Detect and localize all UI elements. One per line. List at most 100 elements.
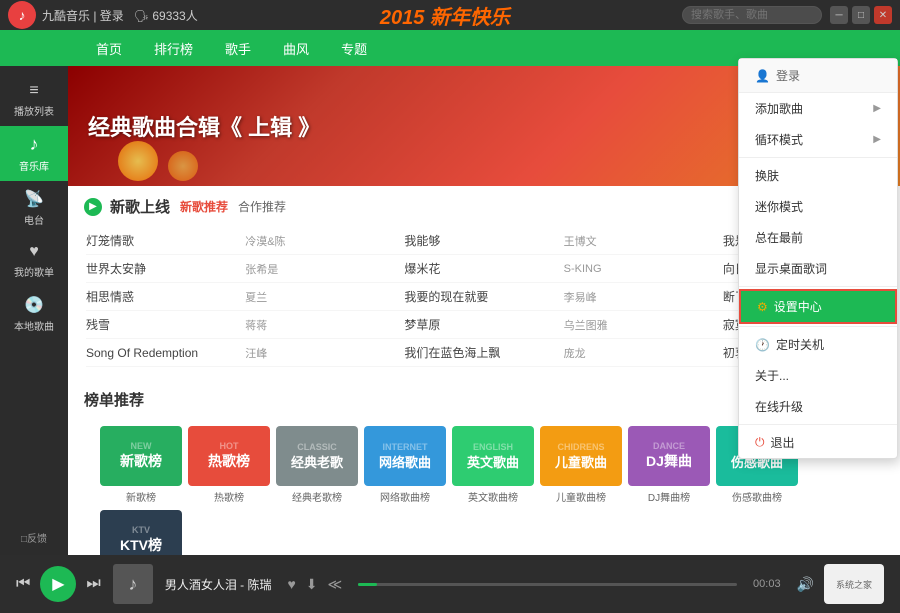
sidebar-item-local[interactable]: 💿 本地歌曲 xyxy=(0,287,68,341)
chart-label-internet: 网络歌曲榜 xyxy=(380,489,430,504)
login-label[interactable]: 登录 xyxy=(776,67,800,84)
player-progress-fill xyxy=(358,583,377,586)
local-icon: 💿 xyxy=(24,295,44,315)
new-songs-play-button[interactable]: ▶ xyxy=(84,198,102,216)
download-button[interactable]: ⬇ xyxy=(306,576,318,593)
sidebar-item-my-playlist[interactable]: ♥ 我的歌单 xyxy=(0,235,68,287)
player-info: 男人酒女人泪 - 陈瑞 xyxy=(165,576,272,593)
dropdown-always-top[interactable]: 总在最前 xyxy=(739,222,897,253)
maximize-button[interactable]: □ xyxy=(852,6,870,24)
close-button[interactable]: ✕ xyxy=(874,6,892,24)
nav-charts[interactable]: 排行榜 xyxy=(138,30,209,66)
dropdown-mini-mode[interactable]: 迷你模式 xyxy=(739,191,897,222)
favorite-button[interactable]: ♥ xyxy=(287,576,295,593)
dropdown-skin[interactable]: 换肤 xyxy=(739,160,897,191)
new-songs-tab-partner[interactable]: 合作推荐 xyxy=(238,198,286,215)
dropdown-update[interactable]: 在线升级 xyxy=(739,391,897,422)
arrow-icon-0: ▶ xyxy=(873,103,881,114)
dropdown-desktop-lyrics[interactable]: 显示桌面歌词 xyxy=(739,253,897,284)
sidebar-item-library[interactable]: ♪ 音乐库 xyxy=(0,126,68,181)
dropdown-timer[interactable]: 🕐 定时关机 xyxy=(739,329,897,360)
nav-home[interactable]: 首页 xyxy=(80,30,138,66)
library-icon: ♪ xyxy=(30,134,39,155)
song-artist: 冷漠&陈 xyxy=(245,233,404,249)
dropdown-about[interactable]: 关于... xyxy=(739,360,897,391)
sidebar-label-radio: 电台 xyxy=(24,212,44,227)
album-icon: ♪ xyxy=(128,574,137,595)
song-name: 灯笼情歌 xyxy=(86,232,245,249)
feedback-button[interactable]: □反馈 xyxy=(21,530,47,545)
exit-label: 退出 xyxy=(771,434,795,451)
loop-mode-label: 循环模式 xyxy=(755,131,803,148)
song-name: Song Of Redemption xyxy=(86,346,245,360)
skin-label: 换肤 xyxy=(755,167,779,184)
next-button[interactable]: ⏭ xyxy=(86,575,100,593)
play-button[interactable]: ▶ xyxy=(40,566,76,602)
player-actions: ♥ ⬇ ≪ xyxy=(287,576,342,593)
sidebar-label-local: 本地歌曲 xyxy=(14,318,54,333)
divider-1 xyxy=(739,157,897,158)
chart-card-dj[interactable]: DANCE DJ舞曲 DJ舞曲榜 xyxy=(628,426,710,504)
song-artist: 夏兰 xyxy=(245,289,404,305)
chart-card-kids[interactable]: CHIDRENS 儿童歌曲 儿童歌曲榜 xyxy=(540,426,622,504)
mini-mode-label: 迷你模式 xyxy=(755,198,803,215)
player-song-title: 男人酒女人泪 - 陈瑞 xyxy=(165,576,272,593)
song-name-2: 我们在蓝色海上飘 xyxy=(404,344,563,361)
song-artist: 蒋蒋 xyxy=(245,317,404,333)
exit-icon: ⏻ xyxy=(755,435,765,450)
settings-item-content: ⚙ 设置中心 xyxy=(757,298,822,315)
song-artist-2: 李易峰 xyxy=(564,289,723,305)
desktop-lyrics-label: 显示桌面歌词 xyxy=(755,260,827,277)
play-icon-main: ▶ xyxy=(52,574,64,594)
dropdown-add-song[interactable]: 添加歌曲 ▶ xyxy=(739,93,897,124)
player-progress-bar[interactable] xyxy=(358,583,737,586)
sidebar-item-playlist[interactable]: ≡ 播放列表 xyxy=(0,74,68,126)
song-artist-2: 乌兰图雅 xyxy=(564,317,723,333)
divider-3 xyxy=(739,326,897,327)
sidebar-label-library: 音乐库 xyxy=(19,158,49,173)
radio-icon: 📡 xyxy=(24,189,44,209)
chart-card-ktv[interactable]: KTV KTV榜 KTV榜 xyxy=(100,510,182,555)
chart-card-new[interactable]: NEW 新歌榜 新歌榜 xyxy=(100,426,182,504)
settings-label: 设置中心 xyxy=(774,298,822,315)
chart-card-classic[interactable]: CLASSIC 经典老歌 经典老歌榜 xyxy=(276,426,358,504)
nav-genre[interactable]: 曲风 xyxy=(267,30,325,66)
dropdown-exit[interactable]: ⏻ 退出 xyxy=(739,427,897,458)
song-artist: 张希是 xyxy=(245,261,404,277)
search-input[interactable] xyxy=(682,6,822,24)
song-name: 世界太安静 xyxy=(86,260,245,277)
timer-label: 定时关机 xyxy=(776,336,824,353)
chart-card-english[interactable]: ENGLISH 英文歌曲 英文歌曲榜 xyxy=(452,426,534,504)
divider-4 xyxy=(739,424,897,425)
player-bar: ⏮ ▶ ⏭ ♪ 男人酒女人泪 - 陈瑞 ♥ ⬇ ≪ 00:03 🔊 系统之家 xyxy=(0,555,900,613)
app-title: 九酷音乐 | 登录 xyxy=(42,7,124,24)
system-badge: 系统之家 xyxy=(824,564,884,604)
sidebar-item-radio[interactable]: 📡 电台 xyxy=(0,181,68,235)
player-volume: 🔊 xyxy=(797,576,814,593)
app-logo: ♪ xyxy=(8,1,36,29)
player-time: 00:03 xyxy=(753,578,781,590)
nav-singers[interactable]: 歌手 xyxy=(209,30,267,66)
arrow-icon-1: ▶ xyxy=(873,134,881,145)
chart-card-internet[interactable]: INTERNET 网络歌曲 网络歌曲榜 xyxy=(364,426,446,504)
sidebar-label-playlist: 播放列表 xyxy=(14,103,54,118)
gear-icon: ⚙ xyxy=(757,300,768,314)
dropdown-header: 👤 登录 xyxy=(739,59,897,93)
minimize-button[interactable]: ─ xyxy=(830,6,848,24)
sidebar: ≡ 播放列表 ♪ 音乐库 📡 电台 ♥ 我的歌单 💿 本地歌曲 □反馈 xyxy=(0,66,68,555)
prev-button[interactable]: ⏮ xyxy=(16,575,30,593)
chart-card-hot[interactable]: HOT 热歌榜 热歌榜 xyxy=(188,426,270,504)
always-top-label: 总在最前 xyxy=(755,229,803,246)
chart-label-sad: 伤感歌曲榜 xyxy=(732,489,782,504)
song-artist-2: 庞龙 xyxy=(564,345,723,361)
share-button[interactable]: ≪ xyxy=(328,576,343,593)
song-name-2: 我能够 xyxy=(404,232,563,249)
music-note-icon: ♪ xyxy=(19,7,26,23)
user-icon: 👤 xyxy=(755,69,770,83)
dropdown-settings[interactable]: ⚙ 设置中心 xyxy=(739,289,897,324)
system-text: 系统之家 xyxy=(836,578,872,591)
new-songs-tab-recommended[interactable]: 新歌推荐 xyxy=(180,198,228,215)
nav-special[interactable]: 专题 xyxy=(325,30,383,66)
dropdown-loop-mode[interactable]: 循环模式 ▶ xyxy=(739,124,897,155)
volume-icon[interactable]: 🔊 xyxy=(797,576,814,593)
